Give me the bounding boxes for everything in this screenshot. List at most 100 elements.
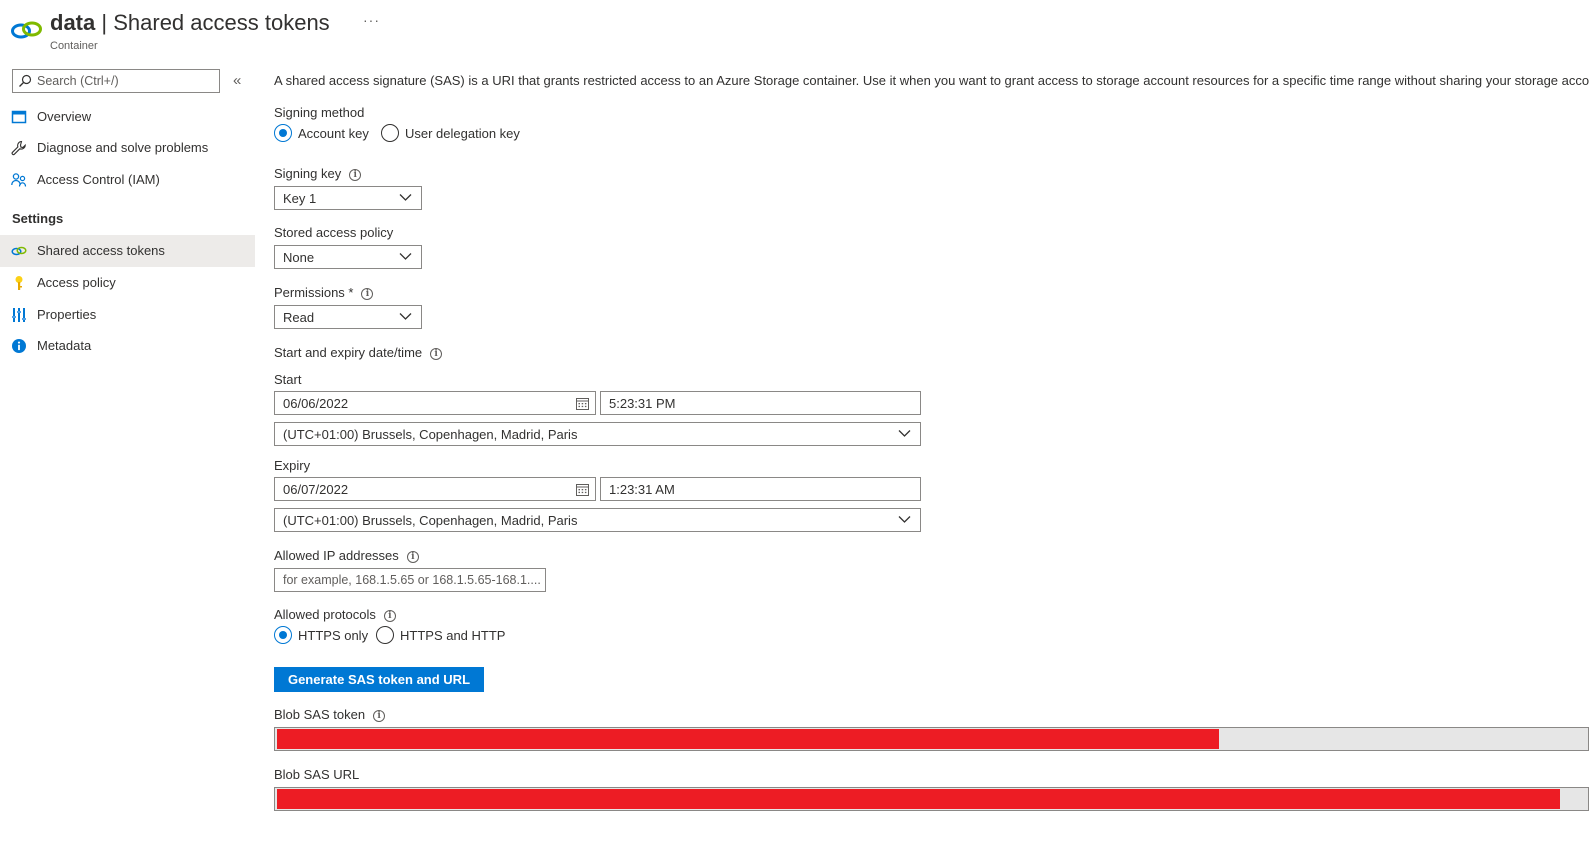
expiry-label: Expiry bbox=[274, 458, 311, 473]
search-icon bbox=[19, 74, 32, 87]
expiry-time-field[interactable]: 1:23:31 AM bbox=[600, 477, 921, 501]
start-date-field[interactable]: 06/06/2022 bbox=[274, 391, 596, 415]
stored-access-policy-dropdown[interactable]: None bbox=[274, 245, 422, 269]
sidebar-section-settings: Settings bbox=[12, 211, 64, 226]
dropdown-value: None bbox=[283, 250, 315, 265]
radio-label: HTTPS only bbox=[298, 627, 369, 643]
blob-sas-url-output[interactable] bbox=[274, 787, 1589, 811]
dropdown-value: (UTC+01:00) Brussels, Copenhagen, Madrid… bbox=[283, 427, 578, 442]
sidebar-item-label: Access policy bbox=[37, 275, 116, 290]
chevron-down-icon bbox=[898, 430, 911, 437]
dropdown-value: (UTC+01:00) Brussels, Copenhagen, Madrid… bbox=[283, 513, 578, 528]
expiry-date-value: 06/07/2022 bbox=[283, 482, 349, 497]
info-icon[interactable]: i bbox=[373, 710, 386, 722]
radio-button-selected[interactable] bbox=[274, 124, 292, 142]
allowed-ip-input[interactable]: for example, 168.1.5.65 or 168.1.5.65-16… bbox=[274, 568, 546, 592]
page-title-text: Shared access tokens bbox=[113, 10, 330, 35]
container-link-icon bbox=[11, 21, 42, 39]
sidebar-item-label: Shared access tokens bbox=[37, 243, 165, 258]
radio-user-delegation-key[interactable]: User delegation key bbox=[381, 124, 520, 142]
calendar-icon[interactable] bbox=[576, 397, 589, 410]
search-input[interactable] bbox=[35, 70, 215, 92]
start-time-field[interactable]: 5:23:31 PM bbox=[600, 391, 921, 415]
expiry-timezone-dropdown[interactable]: (UTC+01:00) Brussels, Copenhagen, Madrid… bbox=[274, 508, 921, 532]
sidebar-item-label: Diagnose and solve problems bbox=[37, 140, 209, 155]
start-time-value: 5:23:31 PM bbox=[609, 396, 676, 411]
radio-button[interactable] bbox=[376, 626, 394, 644]
datetime-heading-text: Start and expiry date/time bbox=[274, 345, 423, 360]
permissions-label-text: Permissions bbox=[274, 285, 345, 300]
redacted-token-bar bbox=[277, 729, 1219, 749]
sidebar-item-diagnose[interactable]: Diagnose and solve problems bbox=[0, 132, 255, 164]
required-mark: * bbox=[348, 285, 354, 300]
permissions-label: Permissions * i bbox=[274, 285, 374, 300]
info-icon[interactable]: i bbox=[406, 551, 419, 563]
radio-https-only[interactable]: HTTPS only bbox=[274, 626, 368, 644]
sidebar-item-metadata[interactable]: Metadata bbox=[0, 330, 255, 362]
start-date-value: 06/06/2022 bbox=[283, 396, 349, 411]
dropdown-value: Read bbox=[283, 310, 315, 325]
chevron-down-icon bbox=[399, 194, 412, 201]
signing-key-label-text: Signing key bbox=[274, 166, 342, 181]
permissions-dropdown[interactable]: Read bbox=[274, 305, 422, 329]
stored-access-policy-label: Stored access policy bbox=[274, 225, 394, 240]
collapse-sidebar-button[interactable]: « bbox=[233, 72, 241, 89]
info-icon[interactable]: i bbox=[349, 169, 362, 181]
link-icon bbox=[11, 246, 27, 256]
sidebar-search[interactable] bbox=[12, 69, 220, 93]
radio-button-selected[interactable] bbox=[274, 626, 292, 644]
sidebar-item-iam[interactable]: Access Control (IAM) bbox=[0, 164, 255, 196]
generate-sas-button[interactable]: Generate SAS token and URL bbox=[274, 667, 484, 692]
info-icon[interactable]: i bbox=[383, 610, 396, 622]
start-timezone-dropdown[interactable]: (UTC+01:00) Brussels, Copenhagen, Madrid… bbox=[274, 422, 921, 446]
calendar-icon[interactable] bbox=[576, 483, 589, 496]
more-options-button[interactable]: ··· bbox=[363, 12, 380, 28]
datetime-heading: Start and expiry date/time i bbox=[274, 345, 443, 360]
allowed-ip-label: Allowed IP addresses i bbox=[274, 548, 419, 563]
chevron-down-icon bbox=[399, 313, 412, 320]
blob-sas-token-label: Blob SAS token i bbox=[274, 707, 386, 722]
page-title: data | Shared access tokens bbox=[50, 9, 330, 37]
info-icon bbox=[12, 339, 26, 353]
wrench-icon bbox=[11, 140, 26, 156]
dropdown-value: Key 1 bbox=[283, 191, 317, 206]
signing-key-label: Signing key i bbox=[274, 166, 362, 181]
sidebar-item-overview[interactable]: Overview bbox=[0, 101, 255, 133]
radio-account-key[interactable]: Account key bbox=[274, 124, 369, 142]
sidebar-item-label: Metadata bbox=[37, 338, 92, 353]
radio-button[interactable] bbox=[381, 124, 399, 142]
blob-sas-token-output[interactable] bbox=[274, 727, 1589, 751]
radio-label: Account key bbox=[298, 125, 369, 141]
blob-sas-token-label-text: Blob SAS token bbox=[274, 707, 366, 722]
sidebar-item-label: Access Control (IAM) bbox=[37, 172, 160, 187]
resource-name: data bbox=[50, 10, 96, 35]
allowed-ip-placeholder: for example, 168.1.5.65 or 168.1.5.65-16… bbox=[283, 573, 541, 587]
info-icon[interactable]: i bbox=[361, 288, 374, 300]
signing-key-dropdown[interactable]: Key 1 bbox=[274, 186, 422, 210]
chevron-down-icon bbox=[898, 516, 911, 523]
allowed-protocols-label: Allowed protocols i bbox=[274, 607, 396, 622]
key-icon bbox=[15, 276, 23, 290]
title-separator: | bbox=[101, 10, 108, 35]
expiry-date-field[interactable]: 06/07/2022 bbox=[274, 477, 596, 501]
allowed-protocols-label-text: Allowed protocols bbox=[274, 607, 376, 622]
info-icon[interactable]: i bbox=[430, 348, 443, 360]
people-icon bbox=[11, 173, 27, 187]
sidebar-item-properties[interactable]: Properties bbox=[0, 299, 255, 331]
overview-icon bbox=[11, 110, 27, 124]
sidebar-item-label: Overview bbox=[37, 109, 92, 124]
sas-description: A shared access signature (SAS) is a URI… bbox=[274, 73, 1589, 88]
redacted-url-bar bbox=[277, 789, 1560, 809]
start-label: Start bbox=[274, 372, 302, 387]
chevron-down-icon bbox=[399, 253, 412, 260]
expiry-time-value: 1:23:31 AM bbox=[609, 482, 675, 497]
properties-icon bbox=[12, 308, 26, 322]
radio-label: User delegation key bbox=[405, 125, 520, 141]
sidebar-item-label: Properties bbox=[37, 307, 97, 322]
radio-label: HTTPS and HTTP bbox=[400, 627, 506, 643]
sidebar-item-access-policy[interactable]: Access policy bbox=[0, 267, 255, 299]
blob-sas-url-label: Blob SAS URL bbox=[274, 767, 360, 782]
radio-https-and-http[interactable]: HTTPS and HTTP bbox=[376, 626, 505, 644]
allowed-ip-label-text: Allowed IP addresses bbox=[274, 548, 399, 563]
sidebar-item-shared-access-tokens[interactable]: Shared access tokens bbox=[0, 235, 255, 267]
